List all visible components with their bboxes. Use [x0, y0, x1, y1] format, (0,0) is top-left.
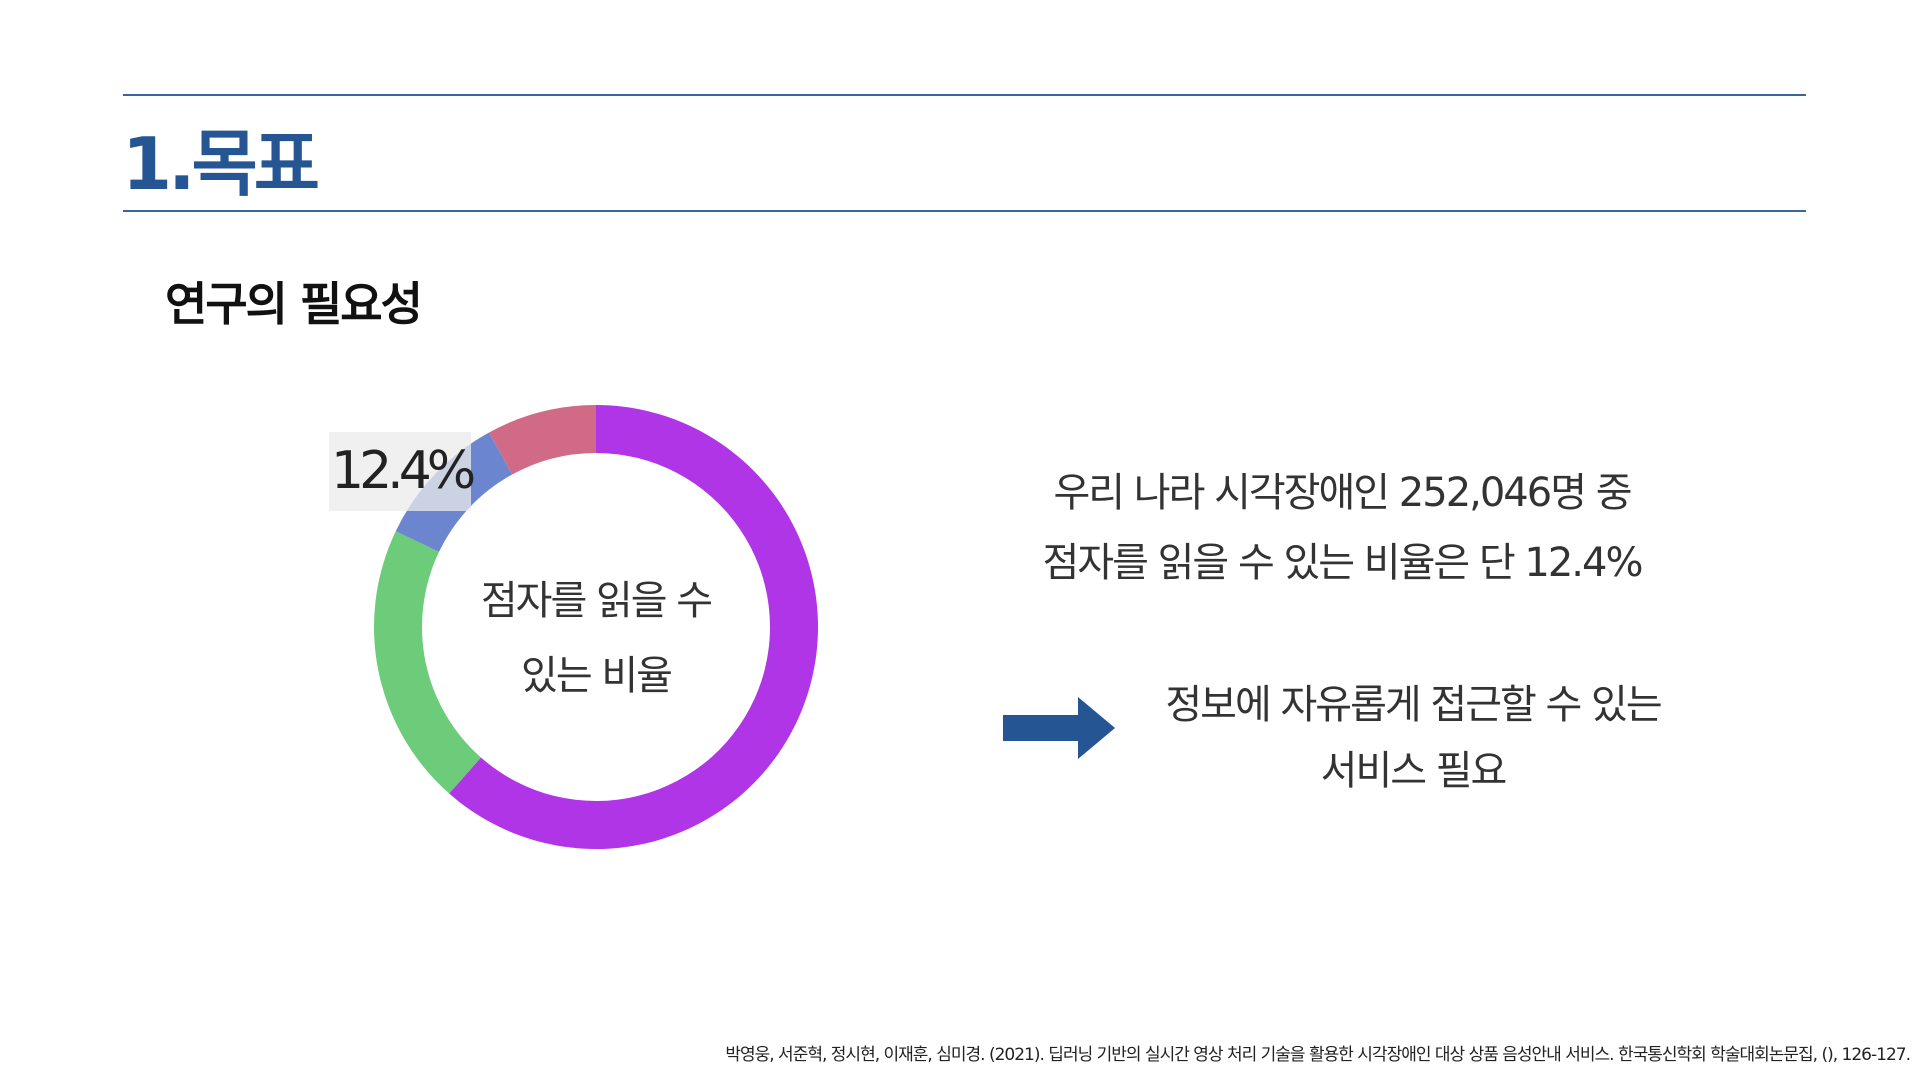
donut-center-label-line2: 있는 비율: [521, 653, 673, 699]
statement-line1: 우리 나라 시각장애인 252,046명 중: [1053, 470, 1632, 516]
conclusion-line2: 서비스 필요: [1320, 748, 1508, 794]
conclusion-line1: 정보에 자유롭게 접근할 수 있는: [1165, 682, 1662, 728]
right-arrow-icon: [1003, 697, 1115, 759]
citation: 박영웅, 서준혁, 정시현, 이재훈, 심미경. (2021). 딥러닝 기반의…: [725, 1045, 1911, 1065]
donut-center-label-line1: 점자를 읽을 수: [480, 578, 713, 624]
statement-line2: 점자를 읽을 수 있는 비율은 단 12.4%: [1042, 540, 1644, 586]
data-label-percentage: 12.4%: [329, 432, 476, 511]
